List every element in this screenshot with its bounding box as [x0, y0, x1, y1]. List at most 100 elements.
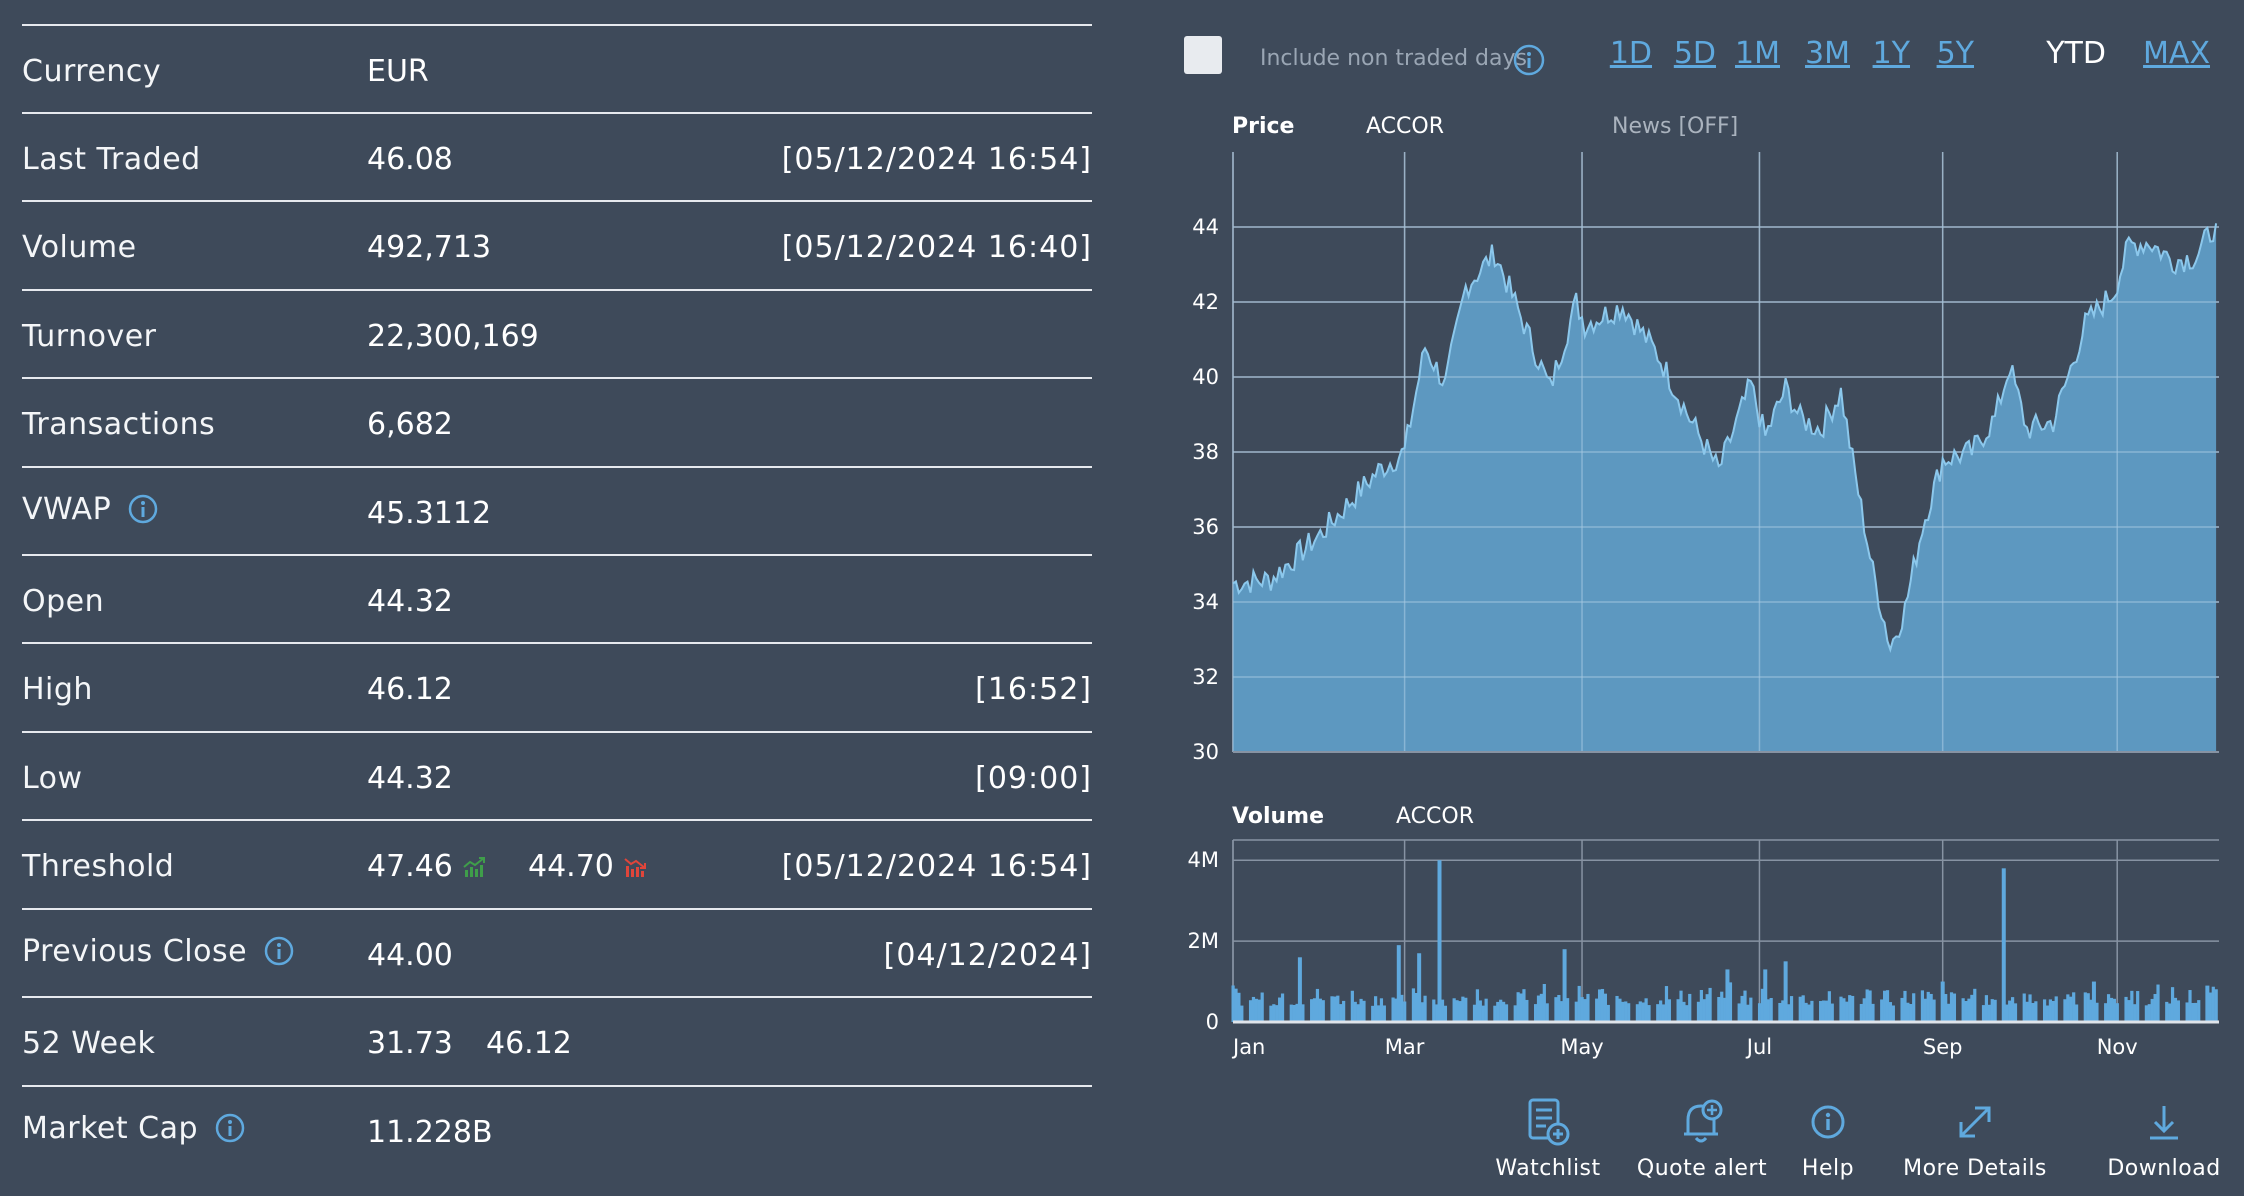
tab-1m[interactable]: 1M	[1735, 36, 1780, 71]
volume-bar	[1248, 1000, 1253, 1022]
volume-bar	[1391, 997, 1395, 1022]
price-instrument: ACCOR	[1366, 114, 1444, 139]
volume-bar	[1664, 986, 1669, 1022]
volume-bar	[2031, 1002, 2035, 1022]
volume-bar	[1900, 997, 1904, 1022]
price-chart[interactable]: 30 32 34 36 38 40 42 44	[1160, 140, 2244, 770]
threshold-up: 47.46	[367, 849, 487, 884]
volume-bar	[1920, 990, 1925, 1022]
row-label: Turnover	[22, 319, 157, 354]
volume-bar	[2150, 998, 2154, 1022]
volume-bar	[1333, 996, 1337, 1022]
volume-bar	[1513, 1005, 1517, 1022]
volume-bar	[1516, 992, 1520, 1022]
volume-bar	[1923, 998, 1927, 1022]
volume-bar	[1496, 1001, 1500, 1022]
tab-1y[interactable]: 1Y	[1873, 36, 1910, 71]
volume-bar	[1272, 1004, 1276, 1022]
volume-bar	[2176, 1000, 2180, 1022]
volume-bar	[2086, 993, 2090, 1022]
tab-ytd[interactable]: YTD	[2046, 36, 2106, 71]
volume-bar	[1967, 998, 1971, 1022]
volume-bar	[1554, 997, 1558, 1022]
info-icon[interactable]	[1512, 43, 1546, 77]
volume-bar	[1606, 1004, 1610, 1022]
volume-bar	[1746, 1004, 1750, 1022]
download-button[interactable]: Download	[2100, 1096, 2228, 1181]
volume-bar	[2136, 991, 2140, 1022]
row-label: Last Traded	[22, 142, 201, 177]
info-icon[interactable]	[127, 493, 159, 525]
volume-bar	[2066, 994, 2070, 1022]
x-tick-label: Jul	[1745, 1035, 1772, 1059]
volume-bar	[1862, 998, 1866, 1022]
volume-bar	[2042, 999, 2047, 1022]
volume-bar	[1458, 1001, 1462, 1022]
volume-bar	[1778, 1002, 1782, 1022]
row-value: 492,713	[367, 230, 492, 265]
volume-bar	[2072, 992, 2076, 1022]
volume-bar	[1278, 997, 1282, 1022]
volume-bar	[1600, 988, 1605, 1022]
more-details-label: More Details	[1903, 1156, 2047, 1181]
y-tick-label: 40	[1192, 365, 1219, 389]
tab-5d[interactable]: 5D	[1674, 36, 1716, 71]
quote-alert-label: Quote alert	[1636, 1156, 1768, 1181]
y-tick-label: 34	[1192, 590, 1219, 614]
more-details-button[interactable]: More Details	[1900, 1096, 2050, 1181]
volume-bar	[2106, 994, 2111, 1022]
volume-bar	[1926, 991, 1930, 1022]
volume-bar	[1647, 1005, 1651, 1022]
volume-bar	[1947, 1003, 1951, 1022]
volume-spike	[2001, 868, 2006, 1022]
volume-bar	[1292, 1004, 1296, 1022]
volume-bar	[1411, 988, 1416, 1022]
info-icon[interactable]	[263, 935, 295, 967]
threshold-up-value: 47.46	[367, 849, 453, 884]
volume-bar	[1254, 998, 1258, 1022]
row-timestamp: [05/12/2024 16:40]	[781, 230, 1092, 265]
volume-bar	[2127, 1000, 2131, 1022]
volume-spike	[1763, 969, 1768, 1022]
volume-bar	[1644, 998, 1648, 1022]
y-tick-label: 2M	[1188, 929, 1219, 953]
quote-alert-button[interactable]: Quote alert	[1634, 1096, 1770, 1181]
volume-bar	[1583, 999, 1587, 1022]
include-non-traded-checkbox[interactable]	[1184, 36, 1222, 74]
info-icon[interactable]	[214, 1112, 246, 1144]
volume-bar	[1903, 990, 1907, 1022]
volume-bar	[1464, 997, 1468, 1022]
row-timestamp: [16:52]	[975, 672, 1092, 707]
volume-bar	[1542, 983, 1546, 1022]
volume-bar	[1679, 990, 1683, 1022]
bell-alert-icon	[1684, 1099, 1723, 1143]
tab-3m[interactable]: 3M	[1805, 36, 1850, 71]
volume-bar	[1824, 1000, 1829, 1022]
watchlist-button[interactable]: Watchlist	[1493, 1096, 1603, 1181]
row-label: VWAP	[22, 492, 112, 527]
volume-bar	[1932, 999, 1936, 1022]
volume-bar	[1819, 1001, 1823, 1022]
tab-1d[interactable]: 1D	[1610, 36, 1652, 71]
volume-instrument: ACCOR	[1396, 804, 1474, 829]
volume-bar	[1359, 998, 1363, 1022]
volume-bar	[1504, 1004, 1509, 1022]
help-button[interactable]: Help	[1788, 1096, 1868, 1181]
volume-bar	[1461, 996, 1465, 1022]
volume-bar	[1685, 1005, 1689, 1022]
tab-5y[interactable]: 5Y	[1937, 36, 1974, 71]
volume-bar	[1699, 989, 1703, 1022]
tab-max[interactable]: MAX	[2143, 36, 2210, 71]
volume-bar	[1810, 1000, 1814, 1022]
news-toggle[interactable]: News [OFF]	[1612, 114, 1738, 139]
volume-bar	[1478, 1000, 1482, 1022]
volume-bar	[2185, 1002, 2189, 1022]
volume-bar	[1717, 997, 1721, 1022]
volume-bar	[1708, 987, 1712, 1022]
volume-bar	[1234, 988, 1238, 1022]
volume-spike	[1783, 961, 1788, 1022]
volume-bar	[2188, 990, 2192, 1022]
volume-chart[interactable]: 0 2M 4M Jan Mar May Jul Sep Nov	[1160, 830, 2244, 1080]
volume-bar	[1356, 1004, 1360, 1022]
volume-spike	[2091, 981, 2096, 1022]
